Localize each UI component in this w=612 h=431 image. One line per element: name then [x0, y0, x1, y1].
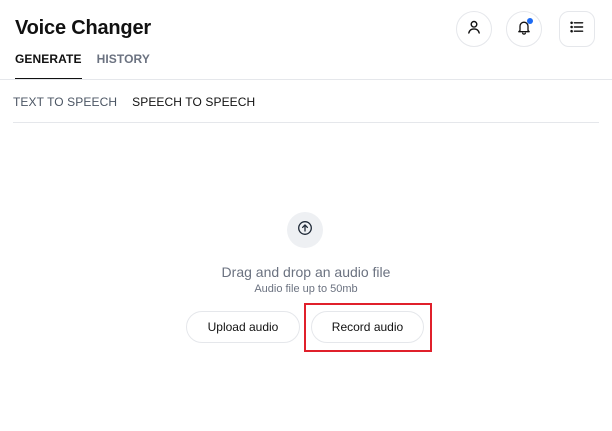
profile-button[interactable] — [456, 11, 492, 47]
main-tabs: GENERATE HISTORY — [15, 52, 150, 79]
divider — [0, 79, 612, 80]
notification-dot — [527, 18, 533, 24]
upload-icon-container — [287, 212, 323, 248]
list-icon — [569, 19, 585, 40]
upload-audio-button[interactable]: Upload audio — [186, 311, 300, 343]
menu-button[interactable] — [559, 11, 595, 47]
upload-arrow-icon — [297, 220, 313, 241]
tab-text-to-speech[interactable]: TEXT TO SPEECH — [13, 95, 117, 123]
record-audio-button[interactable]: Record audio — [311, 311, 424, 343]
tab-speech-to-speech[interactable]: SPEECH TO SPEECH — [132, 95, 256, 123]
tab-history[interactable]: HISTORY — [97, 52, 150, 79]
dropzone-subtitle: Audio file up to 50mb — [254, 283, 358, 295]
user-icon — [466, 19, 482, 40]
divider — [13, 122, 599, 123]
notifications-button[interactable] — [506, 11, 542, 47]
voice-changer-app: Voice Changer GENERATE HISTORY TEXT TO S… — [0, 0, 612, 431]
sub-tabs: TEXT TO SPEECH SPEECH TO SPEECH — [13, 95, 256, 123]
page-title: Voice Changer — [15, 17, 151, 39]
dropzone-title: Drag and drop an audio file — [221, 264, 391, 280]
tab-generate[interactable]: GENERATE — [15, 52, 82, 79]
